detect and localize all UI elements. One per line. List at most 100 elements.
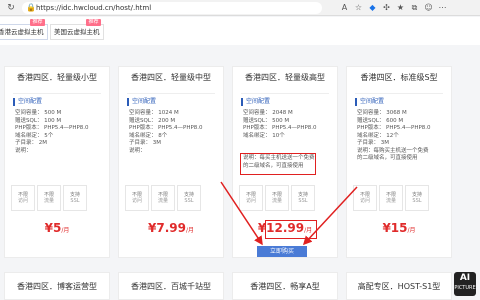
feature-bottom: SSL [184,198,194,204]
collections-icon[interactable]: ⧉ [410,3,419,12]
spec-line: 域名绑定： 5个 [15,132,54,139]
note-line: 说明：每购买主机送一个免费 [357,147,429,154]
recommend-badge: 推荐 [86,19,101,26]
plan-title: 高配专区．HOST-S1型 [357,282,441,291]
plan-title: 香港四区．轻量级高型 [245,73,325,82]
feature-cell: 不限 流量 [265,185,289,211]
spec-line: PHP版本： PHP5.4—PHP8.0 [243,125,317,131]
plan-card: 香港四区．轻量级中型 空间配置 空间容量： 1024 M 赠送SQL： 200 … [118,66,224,258]
plan-card-preview[interactable]: 香港四区．百城千站型 [118,272,224,300]
feature-row: 不限 访问 不限 流量 支持 SSL [353,185,447,211]
price-unit: /月 [61,227,70,234]
feature-bottom: 访问 [131,198,142,204]
spec-line: 说明： [15,147,32,154]
spec-line: 域名绑定： 10个 [243,132,285,139]
feature-cell: 不限 流量 [379,185,403,211]
more-icon[interactable]: ⋯ [438,3,447,12]
price: ¥15/月 [347,217,451,236]
feature-bottom: SSL [412,198,422,204]
section-label: 空间配置 [127,98,156,106]
price-value: ¥15 [382,221,408,235]
feature-cell: 不限 访问 [11,185,35,211]
buy-now-button[interactable]: 立即购买 [257,246,307,257]
spec-line: 子目录： 2M [15,140,47,146]
feature-cell: 不限 访问 [353,185,377,211]
spec-line: 子目录： 3M [129,140,161,146]
spec-line: 域名绑定： 12个 [357,132,399,139]
spec-list: 空间容量： 3068 M 赠送SQL： 600 M PHP版本： PHP5.4—… [357,110,449,163]
url-text[interactable]: https://idc.hwcloud.cn/host/.html [36,3,151,13]
watermark-main: AI [459,273,471,283]
tab-us-cloud-host[interactable]: 美国云虚拟主机 推荐 [50,19,104,40]
feature-bottom: SSL [298,198,308,204]
feature-row: 不限 访问 不限 流量 支持 SSL [11,185,105,211]
price-unit: /月 [185,227,194,234]
price: ¥7.99/月 [119,217,223,236]
feature-bottom: 访问 [17,198,28,204]
tag-extension-icon[interactable]: ◆ [368,3,377,12]
tab-hk-cloud-host[interactable]: 香港云虚拟主机 推荐 [0,19,48,40]
plan-card-preview[interactable]: 香港四区．畅享A型 [232,272,338,300]
price-value: ¥7.99 [148,221,186,235]
divider [355,93,443,94]
spec-line: 赠送SQL： 100 M [15,117,62,124]
plan-title: 香港四区．博客运营型 [17,282,97,291]
watermark-logo: AI PICTURE [454,272,476,296]
spec-list: 空间容量： 500 M 赠送SQL： 100 M PHP版本： PHP5.4—P… [15,110,107,155]
note-line: 说明：每买主机送送一个免费 [243,155,315,161]
spec-line: 域名绑定： 8个 [129,132,168,139]
plan-title: 香港四区．标准级S型 [360,73,438,82]
section-label: 空间配置 [241,98,270,106]
plan-title: 香港四区．轻量级小型 [17,73,97,82]
plan-title: 香港四区．百城千站型 [131,282,211,291]
plan-title: 香港四区．轻量级中型 [131,73,211,82]
divider [241,93,329,94]
note-highlight-box: 说明：每买主机送送一个免费 的二级域名，可直接使用 [240,153,316,175]
feature-cell: 支持 SSL [405,185,429,211]
plan-card-preview[interactable]: 高配专区．HOST-S1型 [346,272,452,300]
spec-line: PHP版本： PHP5.4—PHP8.0 [357,125,431,131]
tab-label: 美国云虚拟主机 [54,28,100,36]
spec-line: 空间容量： 3068 M [357,110,407,116]
feature-bottom: SSL [70,198,80,204]
spec-line: 空间容量： 2048 M [243,110,293,116]
spec-line: 空间容量： 1024 M [129,110,179,116]
puzzle-extension-icon[interactable]: ✣ [382,3,391,12]
spec-line: 子目录： 3M [357,140,389,146]
feature-cell: 不限 流量 [37,185,61,211]
profile-icon[interactable]: ☺ [424,3,433,12]
refresh-icon[interactable]: ↻ [6,3,16,13]
category-tabs: 香港云虚拟主机 推荐 美国云虚拟主机 推荐 [0,17,480,45]
spec-line: 赠送SQL： 500 M [243,117,290,124]
spec-list: 空间容量： 2048 M 赠送SQL： 500 M PHP版本： PHP5.4—… [243,110,335,140]
feature-row: 不限 访问 不限 流量 支持 SSL [239,185,333,211]
page: ↻ 🔒 https://idc.hwcloud.cn/host/.html A … [0,0,480,300]
note-line: 的二级域名，可直接使用 [357,155,418,161]
price-highlight-box [265,220,317,239]
spec-line: PHP版本： PHP5.4—PHP8.0 [129,125,203,131]
favorites-icon[interactable]: ★ [396,3,405,12]
divider [127,93,215,94]
feature-cell: 不限 流量 [151,185,175,211]
plan-card-preview[interactable]: 香港四区．博客运营型 [4,272,110,300]
recommend-badge: 推荐 [30,19,45,26]
star-icon[interactable]: ☆ [354,3,363,12]
note-line: 的二级域名，可直接使用 [243,162,304,169]
feature-cell: 支持 SSL [177,185,201,211]
feature-bottom: 访问 [359,198,370,204]
feature-cell: 支持 SSL [63,185,87,211]
spec-line: 赠送SQL： 600 M [357,117,404,124]
feature-bottom: 流量 [157,198,168,204]
plan-card: 香港四区．标准级S型 空间配置 空间容量： 3068 M 赠送SQL： 600 … [346,66,452,258]
price-unit: /月 [407,227,416,234]
lock-icon: 🔒 [26,3,36,12]
url-box[interactable]: 🔒 https://idc.hwcloud.cn/host/.html [22,2,322,14]
feature-row: 不限 访问 不限 流量 支持 SSL [125,185,219,211]
feature-bottom: 流量 [271,198,282,204]
spec-line: 空间容量： 500 M [15,110,62,116]
a-zoom-icon[interactable]: A [340,3,349,12]
feature-cell: 不限 访问 [125,185,149,211]
spec-line: PHP版本： PHP5.4—PHP8.0 [15,125,89,131]
plan-title: 香港四区．畅享A型 [250,282,320,291]
feature-bottom: 流量 [43,198,54,204]
